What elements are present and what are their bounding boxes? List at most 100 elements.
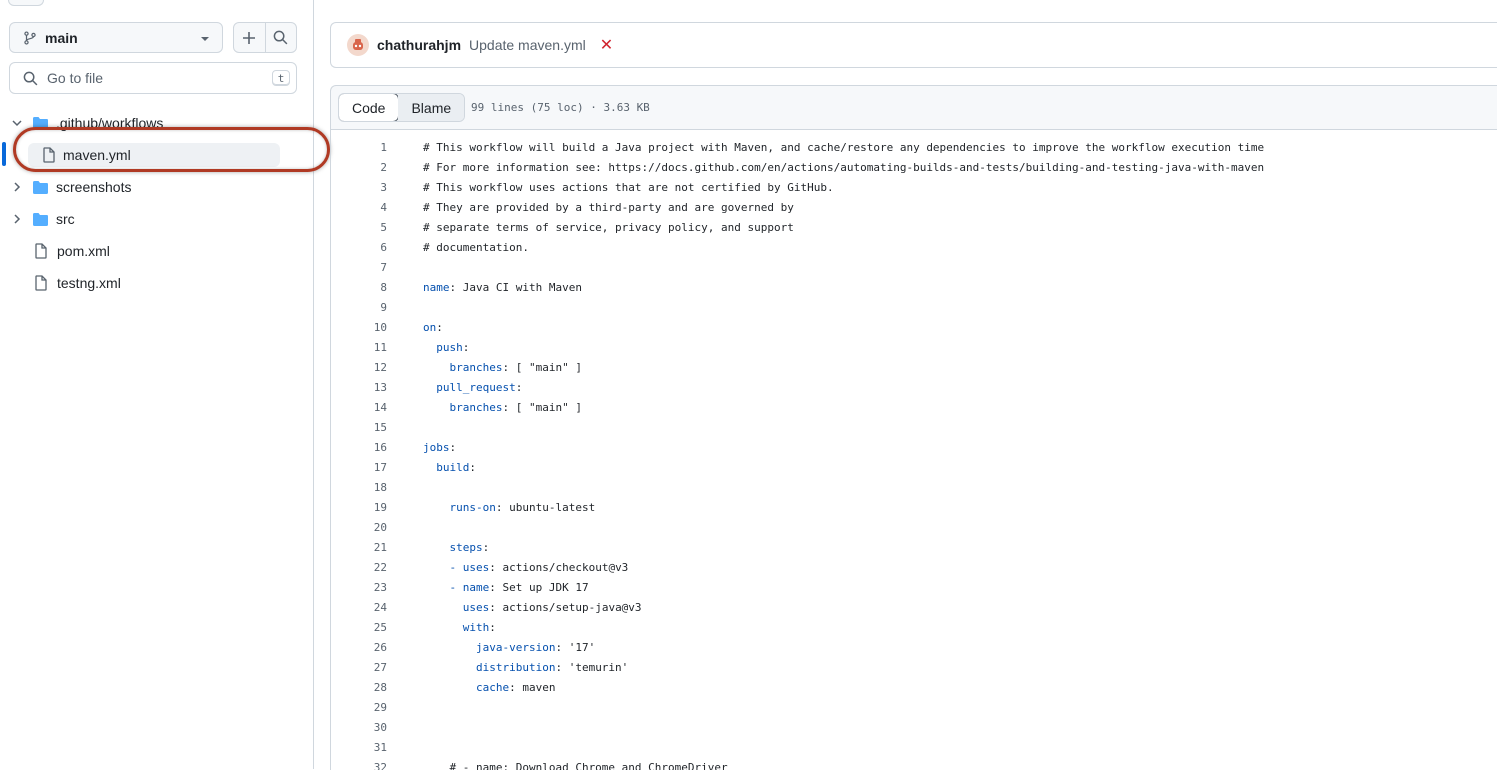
- code-line[interactable]: 1 # This workflow will build a Java proje…: [331, 138, 1497, 158]
- line-number[interactable]: 24: [331, 598, 387, 618]
- code-line[interactable]: 7: [331, 258, 1497, 278]
- go-to-file-input[interactable]: Go to file t: [9, 62, 297, 94]
- line-number[interactable]: 26: [331, 638, 387, 658]
- line-number[interactable]: 31: [331, 738, 387, 758]
- code-text: runs-on: ubuntu-latest: [423, 498, 595, 518]
- yaml-key: pull_request: [423, 381, 516, 394]
- code-line[interactable]: 10 on:: [331, 318, 1497, 338]
- line-number[interactable]: 11: [331, 338, 387, 358]
- code-line[interactable]: 31: [331, 738, 1497, 758]
- code-line[interactable]: 25 with:: [331, 618, 1497, 638]
- code-line[interactable]: 15: [331, 418, 1497, 438]
- code-line[interactable]: 17 build:: [331, 458, 1497, 478]
- code-line[interactable]: 28 cache: maven: [331, 678, 1497, 698]
- code-line[interactable]: 4 # They are provided by a third-party an…: [331, 198, 1497, 218]
- line-number[interactable]: 29: [331, 698, 387, 718]
- code-line[interactable]: 12 branches: [ "main" ]: [331, 358, 1497, 378]
- line-number[interactable]: 20: [331, 518, 387, 538]
- code-line[interactable]: 9: [331, 298, 1497, 318]
- code-line[interactable]: 14 branches: [ "main" ]: [331, 398, 1497, 418]
- line-number[interactable]: 27: [331, 658, 387, 678]
- code-line[interactable]: 30: [331, 718, 1497, 738]
- tree-item-pom-xml[interactable]: pom.xml: [34, 240, 110, 262]
- code-text: - uses: actions/checkout@v3: [423, 558, 628, 578]
- code-line[interactable]: 19 runs-on: ubuntu-latest: [331, 498, 1497, 518]
- code-line[interactable]: 3 # This workflow uses actions that are n…: [331, 178, 1497, 198]
- code-value: : Java CI with Maven: [449, 281, 582, 294]
- code-line[interactable]: 16 jobs:: [331, 438, 1497, 458]
- commit-message-link[interactable]: Update maven.yml: [469, 37, 586, 53]
- code-line[interactable]: 21 steps:: [331, 538, 1497, 558]
- code-value: # For more information see: https://docs…: [423, 161, 1265, 174]
- line-number[interactable]: 15: [331, 418, 387, 438]
- code-line[interactable]: 18: [331, 478, 1497, 498]
- line-number[interactable]: 4: [331, 198, 387, 218]
- code-line[interactable]: 2 # For more information see: https://doc…: [331, 158, 1497, 178]
- line-number[interactable]: 3: [331, 178, 387, 198]
- code-line[interactable]: 23 - name: Set up JDK 17: [331, 578, 1497, 598]
- file-icon: [35, 243, 47, 259]
- sidebar-top-tab[interactable]: [8, 0, 44, 6]
- code-line[interactable]: 22 - uses: actions/checkout@v3: [331, 558, 1497, 578]
- code-value: # They are provided by a third-party and…: [423, 201, 794, 214]
- tree-item-testng-xml[interactable]: testng.xml: [34, 272, 121, 294]
- line-number[interactable]: 12: [331, 358, 387, 378]
- code-line[interactable]: 32 # - name: Download Chrome and ChromeD…: [331, 758, 1497, 770]
- annotation-highlight-ring: [13, 127, 330, 172]
- line-number[interactable]: 13: [331, 378, 387, 398]
- line-number[interactable]: 1: [331, 138, 387, 158]
- line-number[interactable]: 5: [331, 218, 387, 238]
- line-number[interactable]: 28: [331, 678, 387, 698]
- code-line[interactable]: 11 push:: [331, 338, 1497, 358]
- avatar[interactable]: [347, 34, 369, 56]
- line-number[interactable]: 10: [331, 318, 387, 338]
- latest-commit-bar: chathurahjm Update maven.yml ✕: [330, 22, 1497, 68]
- line-number[interactable]: 17: [331, 458, 387, 478]
- line-number[interactable]: 32: [331, 758, 387, 770]
- code-value: :: [436, 321, 443, 334]
- go-to-file-placeholder: Go to file: [47, 70, 104, 86]
- yaml-key: distribution: [423, 661, 556, 674]
- code-value: :: [462, 341, 470, 354]
- search-icon: [273, 30, 288, 45]
- line-number[interactable]: 19: [331, 498, 387, 518]
- line-number[interactable]: 2: [331, 158, 387, 178]
- code-line[interactable]: 6 # documentation.: [331, 238, 1497, 258]
- line-number[interactable]: 22: [331, 558, 387, 578]
- line-number[interactable]: 18: [331, 478, 387, 498]
- tab-code[interactable]: Code: [339, 94, 400, 121]
- line-number[interactable]: 30: [331, 718, 387, 738]
- code-line[interactable]: 8 name: Java CI with Maven: [331, 278, 1497, 298]
- tree-item-screenshots[interactable]: screenshots: [9, 176, 131, 198]
- line-number[interactable]: 16: [331, 438, 387, 458]
- line-number[interactable]: 7: [331, 258, 387, 278]
- code-line[interactable]: 24 uses: actions/setup-java@v3: [331, 598, 1497, 618]
- code-text: # - name: Download Chrome and ChromeDriv…: [423, 758, 727, 770]
- tab-blame[interactable]: Blame: [398, 94, 465, 121]
- code-line[interactable]: 5 # separate terms of service, privacy po…: [331, 218, 1497, 238]
- commit-author-link[interactable]: chathurahjm: [377, 37, 461, 53]
- search-icon: [23, 71, 38, 85]
- line-number[interactable]: 23: [331, 578, 387, 598]
- line-number[interactable]: 25: [331, 618, 387, 638]
- file-header: Code Blame 99 lines (75 loc) · 3.63 KB: [330, 85, 1497, 130]
- code-line[interactable]: 29: [331, 698, 1497, 718]
- search-files-button[interactable]: [264, 23, 297, 52]
- code-value: : Set up JDK 17: [489, 581, 589, 594]
- line-number[interactable]: 8: [331, 278, 387, 298]
- yaml-key: branches: [423, 361, 503, 374]
- line-number[interactable]: 6: [331, 238, 387, 258]
- x-icon[interactable]: ✕: [600, 35, 613, 55]
- line-number[interactable]: 21: [331, 538, 387, 558]
- code-line[interactable]: 20: [331, 518, 1497, 538]
- branch-name: main: [45, 29, 78, 46]
- code-line[interactable]: 26 java-version: '17': [331, 638, 1497, 658]
- code-line[interactable]: 27 distribution: 'temurin': [331, 658, 1497, 678]
- line-number[interactable]: 14: [331, 398, 387, 418]
- tree-item-src[interactable]: src: [9, 208, 75, 230]
- branch-selector-button[interactable]: main: [9, 22, 223, 53]
- line-number[interactable]: 9: [331, 298, 387, 318]
- add-file-button[interactable]: [234, 23, 265, 52]
- code-value: : 'temurin': [555, 661, 629, 674]
- code-line[interactable]: 13 pull_request:: [331, 378, 1497, 398]
